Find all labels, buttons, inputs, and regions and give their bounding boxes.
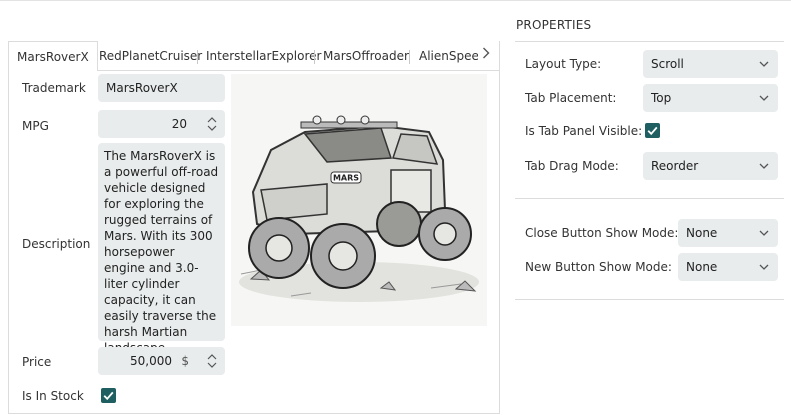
chevron-down-icon xyxy=(758,92,770,104)
tab-marsroverx[interactable]: MarsRoverX xyxy=(8,41,98,71)
close-button-show-mode-value: None xyxy=(686,226,718,240)
properties-divider xyxy=(515,198,784,199)
description-label: Description xyxy=(22,237,91,251)
chevron-right-icon xyxy=(482,47,490,63)
in-stock-label: Is In Stock xyxy=(22,389,84,403)
checkmark-icon xyxy=(647,126,658,136)
chevron-down-icon xyxy=(758,160,770,172)
tab-placement-label: Tab Placement: xyxy=(525,91,617,105)
chevron-down-icon xyxy=(758,227,770,239)
tab-separator xyxy=(409,50,410,64)
tab-separator xyxy=(314,50,315,64)
spin-updown-icon[interactable] xyxy=(207,114,217,134)
mpg-label: MPG xyxy=(22,119,49,133)
top-border xyxy=(0,0,791,1)
layout-type-value: Scroll xyxy=(651,57,684,71)
tab-drag-mode-label: Tab Drag Mode: xyxy=(525,159,619,173)
tab-scroll-right-button[interactable] xyxy=(478,41,494,71)
checkmark-icon xyxy=(103,391,114,401)
layout-type-label: Layout Type: xyxy=(525,57,602,71)
price-label: Price xyxy=(22,355,52,369)
tab-separator xyxy=(197,50,198,64)
mpg-spin-input[interactable]: 20 xyxy=(98,110,225,138)
rover-illustration: MARS xyxy=(239,115,479,302)
new-button-show-mode-label: New Button Show Mode: xyxy=(525,260,672,274)
tab-panel-visible-label: Is Tab Panel Visible: xyxy=(525,124,643,138)
tab-drag-mode-value: Reorder xyxy=(651,159,699,173)
spin-updown-icon[interactable] xyxy=(207,351,217,371)
description-textarea[interactable]: The MarsRoverX is a powerful off-road ve… xyxy=(98,143,225,355)
rover-image: MARS xyxy=(231,74,487,326)
tab-panel-visible-checkbox[interactable] xyxy=(645,123,660,138)
rover-badge: MARS xyxy=(333,174,359,183)
trademark-label: Trademark xyxy=(22,81,86,95)
price-value: 50,000 xyxy=(130,354,172,368)
new-button-show-mode-select[interactable]: None xyxy=(678,253,778,281)
tab-list: MarsRoverX RedPlanetCruiser Interstellar… xyxy=(8,41,478,71)
tab-placement-select[interactable]: Top xyxy=(643,84,778,112)
properties-title: PROPERTIES xyxy=(516,18,592,32)
properties-divider xyxy=(515,41,784,42)
price-spin-input[interactable]: 50,000 $ xyxy=(98,347,225,375)
tab-placement-value: Top xyxy=(651,91,672,105)
tab-alienspee[interactable]: AlienSpee xyxy=(419,41,478,71)
close-button-show-mode-label: Close Button Show Mode: xyxy=(525,226,679,240)
chevron-down-icon xyxy=(758,58,770,70)
layout-type-select[interactable]: Scroll xyxy=(643,50,778,78)
price-currency: $ xyxy=(181,354,189,368)
tab-interstellarexplorer[interactable]: InterstellarExplorer xyxy=(206,41,321,71)
in-stock-checkbox[interactable] xyxy=(101,388,116,403)
chevron-down-icon xyxy=(758,261,770,273)
properties-divider xyxy=(515,299,784,300)
new-button-show-mode-value: None xyxy=(686,260,718,274)
trademark-input[interactable]: MarsRoverX xyxy=(98,74,225,102)
trademark-value: MarsRoverX xyxy=(106,81,178,95)
tab-drag-mode-select[interactable]: Reorder xyxy=(643,152,778,180)
close-button-show-mode-select[interactable]: None xyxy=(678,219,778,247)
tab-marsoffroader[interactable]: MarsOffroader xyxy=(323,41,409,71)
tab-strip: MarsRoverX RedPlanetCruiser Interstellar… xyxy=(8,41,500,71)
tab-redplanetcruiser[interactable]: RedPlanetCruiser xyxy=(99,41,202,71)
mpg-value: 20 xyxy=(171,117,187,131)
